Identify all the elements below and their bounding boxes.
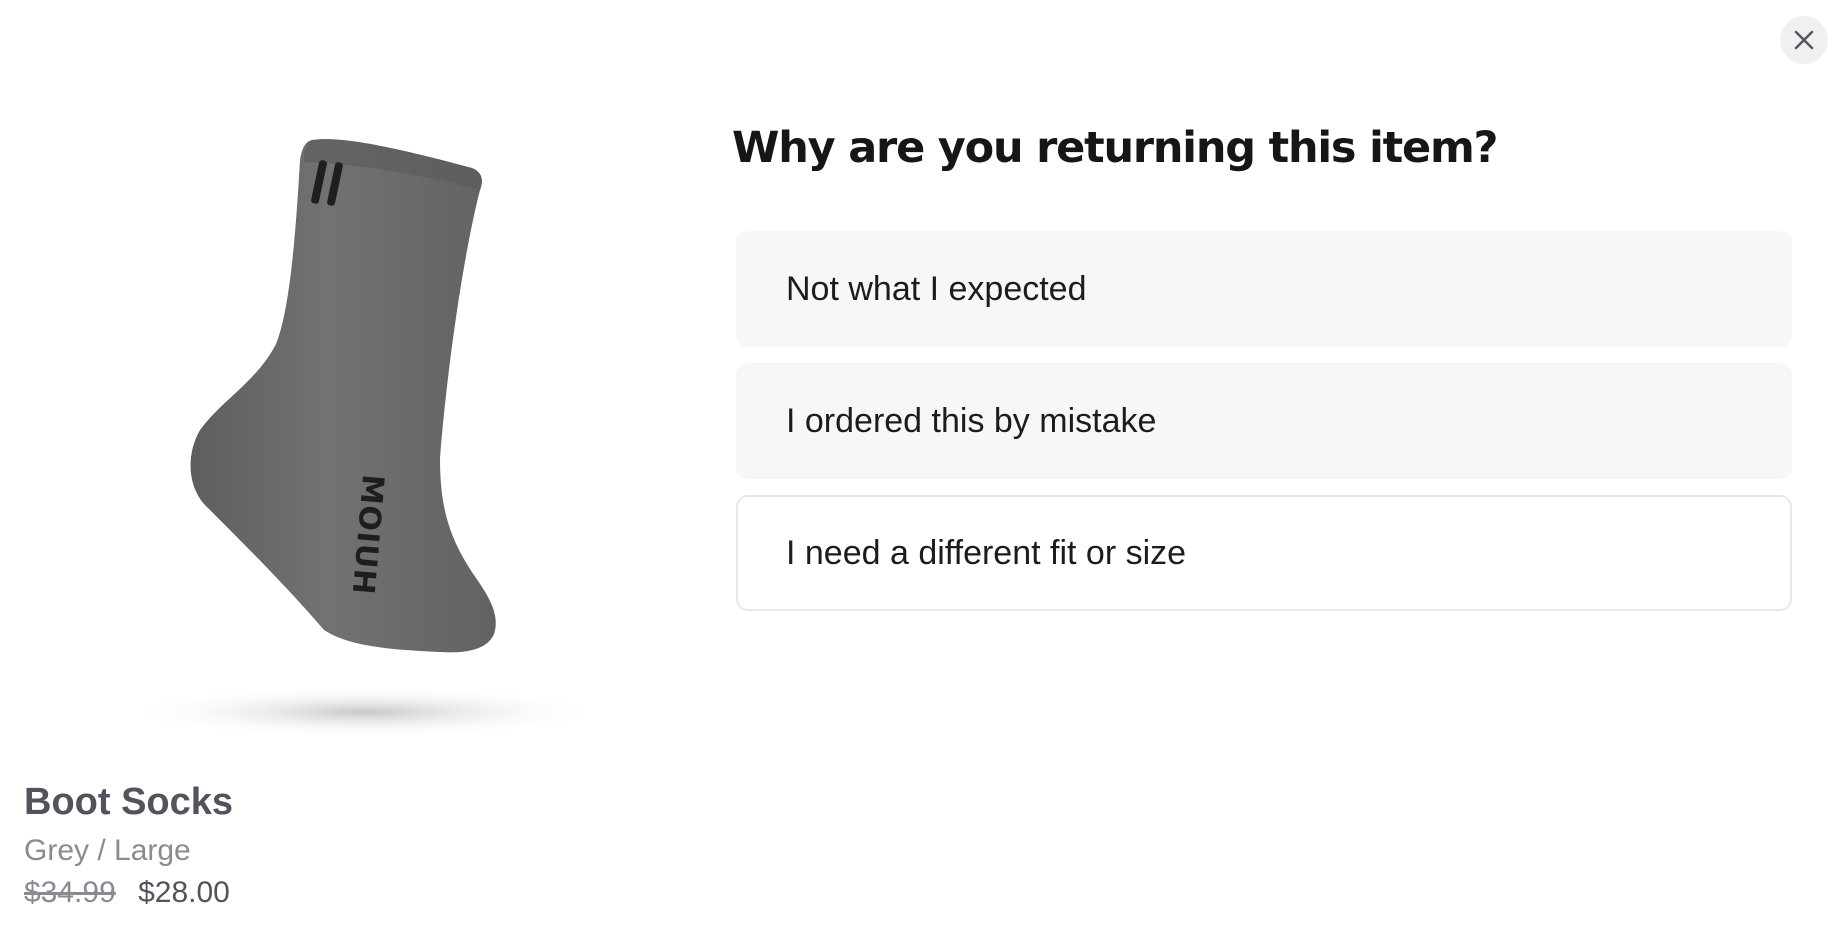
reason-option-ordered-by-mistake[interactable]: I ordered this by mistake (736, 363, 1792, 479)
sale-price: $28.00 (138, 876, 230, 909)
close-button[interactable] (1780, 16, 1828, 64)
reason-option-label: I ordered this by mistake (786, 401, 1157, 440)
product-name: Boot Socks (24, 781, 234, 823)
close-icon (1794, 30, 1814, 50)
product-info: Boot Socks Grey / Large $34.99 $28.00 (24, 782, 233, 910)
price-row: $34.99 $28.00 (24, 876, 233, 910)
reason-option-different-fit-size[interactable]: I need a different fit or size (736, 495, 1792, 611)
reason-option-label: Not what I expected (786, 269, 1087, 308)
original-price: $34.99 (24, 876, 116, 909)
return-reason-question: Why are you returning this item? (732, 123, 1498, 173)
reason-option-label: I need a different fit or size (786, 533, 1187, 572)
reason-option-not-expected[interactable]: Not what I expected (736, 231, 1792, 347)
return-reason-options: Not what I expected I ordered this by mi… (736, 231, 1792, 627)
product-image: MOIUH (90, 120, 605, 760)
product-variant: Grey / Large (24, 834, 191, 867)
